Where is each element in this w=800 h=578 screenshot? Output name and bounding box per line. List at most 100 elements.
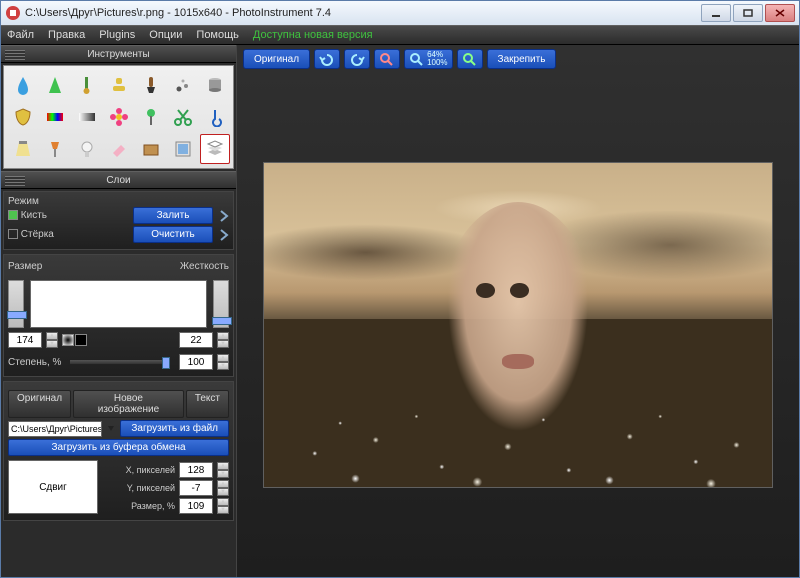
opacity-up[interactable]: ▲ xyxy=(217,354,229,362)
tools-panel-header[interactable]: Инструменты xyxy=(1,45,236,63)
magnifier-minus-icon xyxy=(379,52,395,66)
brush-checkbox[interactable] xyxy=(8,210,18,220)
swatch-hard[interactable] xyxy=(75,334,87,346)
tab-new-image[interactable]: Новое изображение xyxy=(73,390,184,418)
chevron-right-icon[interactable] xyxy=(219,228,229,242)
menu-file[interactable]: Файл xyxy=(7,29,34,41)
box-icon xyxy=(141,139,161,159)
zoom-display[interactable]: 64%100% xyxy=(404,49,452,69)
x-field[interactable] xyxy=(179,462,213,478)
frame-icon xyxy=(173,139,193,159)
tool-flower[interactable] xyxy=(104,102,134,132)
minimize-button[interactable] xyxy=(701,4,731,22)
drag-handle-icon[interactable] xyxy=(5,176,25,186)
tool-hook[interactable] xyxy=(200,102,230,132)
hardness-down[interactable]: ▼ xyxy=(217,340,229,348)
mode-label: Режим xyxy=(8,196,229,207)
tool-cone[interactable] xyxy=(40,70,70,100)
fill-button[interactable]: Залить xyxy=(133,207,213,224)
load-file-button[interactable]: Загрузить из файл xyxy=(120,420,229,437)
spotlight-icon xyxy=(13,139,33,159)
file-path-combo[interactable]: C:\Users\Друг\Pictures\foto na xyxy=(8,421,102,437)
tool-bulb[interactable] xyxy=(72,134,102,164)
size-up[interactable]: ▲ xyxy=(46,332,58,340)
tool-eraser2[interactable] xyxy=(104,134,134,164)
brush-swatches[interactable] xyxy=(62,334,87,346)
hardness-field[interactable] xyxy=(179,332,213,348)
brush-icon xyxy=(141,75,161,95)
eraser-checkbox[interactable] xyxy=(8,229,18,239)
menu-plugins[interactable]: Plugins xyxy=(99,29,135,41)
canvas-image[interactable] xyxy=(263,162,773,488)
tool-wood[interactable] xyxy=(136,134,166,164)
magnifier-icon xyxy=(409,52,423,66)
droplet-icon xyxy=(13,75,33,95)
lamp-icon xyxy=(45,139,65,159)
app-icon xyxy=(5,5,21,21)
opacity-slider[interactable] xyxy=(69,359,171,365)
chevron-down-icon[interactable] xyxy=(106,422,116,436)
zoom-in-button[interactable] xyxy=(457,49,483,69)
tool-light-top[interactable] xyxy=(8,134,38,164)
x-label: X, пикселей xyxy=(102,465,175,475)
menu-help[interactable]: Помощь xyxy=(196,29,239,41)
tool-gradient[interactable] xyxy=(72,102,102,132)
redo-button[interactable] xyxy=(344,49,370,69)
tools-grid xyxy=(3,65,234,169)
tab-text[interactable]: Текст xyxy=(186,390,229,418)
hardness-slider[interactable] xyxy=(213,280,229,328)
layers-panel-header[interactable]: Слои xyxy=(1,171,236,189)
tool-layers[interactable] xyxy=(168,134,198,164)
sz-down[interactable]: ▼ xyxy=(217,506,229,514)
titlebar[interactable]: C:\Users\Друг\Pictures\r.png - 1015x640 … xyxy=(1,1,799,25)
app-window: C:\Users\Друг\Pictures\r.png - 1015x640 … xyxy=(0,0,800,578)
brush-preview xyxy=(30,280,207,328)
zoom-bottom: 100% xyxy=(427,59,447,67)
y-down[interactable]: ▼ xyxy=(217,488,229,496)
size-down[interactable]: ▼ xyxy=(46,340,58,348)
sz-up[interactable]: ▲ xyxy=(217,498,229,506)
x-down[interactable]: ▼ xyxy=(217,470,229,478)
hardness-up[interactable]: ▲ xyxy=(217,332,229,340)
zoom-out-button[interactable] xyxy=(374,49,400,69)
close-button[interactable] xyxy=(765,4,795,22)
load-clipboard-button[interactable]: Загрузить из буфера обмена xyxy=(8,439,229,456)
clear-button[interactable]: Очистить xyxy=(133,226,213,243)
tool-metal[interactable] xyxy=(200,70,230,100)
size-slider[interactable] xyxy=(8,280,24,328)
canvas-viewport[interactable] xyxy=(237,73,799,577)
sz-field[interactable] xyxy=(179,498,213,514)
tool-stamp[interactable] xyxy=(104,70,134,100)
cone-icon xyxy=(45,75,65,95)
pin-button[interactable]: Закрепить xyxy=(487,49,557,69)
undo-button[interactable] xyxy=(314,49,340,69)
tool-lamp[interactable] xyxy=(40,134,70,164)
swatch-soft[interactable] xyxy=(62,334,74,346)
tool-pages[interactable] xyxy=(200,134,230,164)
eraser-label: Стёрка xyxy=(21,229,54,240)
tool-pin[interactable] xyxy=(136,102,166,132)
drag-handle-icon[interactable] xyxy=(5,50,25,60)
maximize-button[interactable] xyxy=(733,4,763,22)
sz-label: Размер, % xyxy=(102,501,175,511)
shift-pad[interactable]: Сдвиг xyxy=(8,460,98,514)
menu-options[interactable]: Опции xyxy=(149,29,182,41)
tab-original[interactable]: Оригинал xyxy=(8,390,71,418)
tool-droplet[interactable] xyxy=(8,70,38,100)
tool-brush[interactable] xyxy=(136,70,166,100)
menu-edit[interactable]: Правка xyxy=(48,29,85,41)
y-up[interactable]: ▲ xyxy=(217,480,229,488)
opacity-down[interactable]: ▼ xyxy=(217,362,229,370)
y-field[interactable] xyxy=(179,480,213,496)
opacity-field[interactable] xyxy=(179,354,213,370)
tool-heal-brush[interactable] xyxy=(72,70,102,100)
update-link[interactable]: Доступна новая версия xyxy=(253,29,373,41)
original-button[interactable]: Оригинал xyxy=(243,49,310,69)
size-field[interactable] xyxy=(8,332,42,348)
tool-palette[interactable] xyxy=(8,102,38,132)
chevron-right-icon[interactable] xyxy=(219,209,229,223)
x-up[interactable]: ▲ xyxy=(217,462,229,470)
tool-hue[interactable] xyxy=(40,102,70,132)
tool-blur[interactable] xyxy=(168,70,198,100)
tool-scissors[interactable] xyxy=(168,102,198,132)
